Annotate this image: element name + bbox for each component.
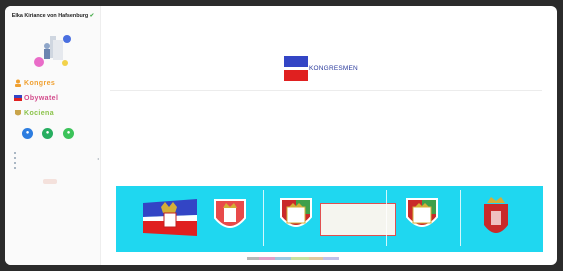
crest-icon bbox=[214, 199, 246, 228]
message-icon[interactable]: ● bbox=[42, 128, 53, 139]
stat-row bbox=[14, 166, 92, 171]
color-swatch bbox=[309, 257, 323, 260]
color-swatch bbox=[291, 257, 309, 260]
color-swatch bbox=[247, 257, 259, 260]
info-box bbox=[320, 203, 396, 236]
verified-icon: ✔ bbox=[89, 13, 95, 19]
chat-icon[interactable]: ● bbox=[22, 128, 33, 139]
crest-icon bbox=[15, 110, 21, 116]
page-title-text: KONGRESMEN bbox=[309, 65, 358, 72]
color-swatch bbox=[259, 257, 275, 260]
flag-icon bbox=[284, 56, 308, 81]
sidebar-item-obywatel[interactable]: Obywatel bbox=[14, 94, 58, 102]
sidebar-item-kongres[interactable]: Kongres bbox=[14, 79, 55, 87]
avatar[interactable] bbox=[32, 34, 72, 70]
counter-badge bbox=[43, 179, 57, 184]
action-row: ◂ bbox=[97, 156, 107, 161]
crest-icon bbox=[280, 198, 312, 227]
color-swatch bbox=[323, 257, 339, 260]
crest-icon bbox=[406, 198, 438, 227]
share-icon[interactable]: ● bbox=[63, 128, 74, 139]
color-strip bbox=[247, 257, 339, 260]
crest-icon bbox=[484, 197, 508, 233]
app-window: Elka Kiriance von Hafsenburg ✔ Kongres O… bbox=[5, 6, 557, 265]
divider bbox=[110, 90, 542, 91]
divider bbox=[386, 190, 387, 246]
page-title: KONGRESMEN bbox=[284, 55, 368, 81]
sidebar: Elka Kiriance von Hafsenburg ✔ Kongres O… bbox=[5, 6, 101, 265]
stats-list bbox=[14, 151, 92, 171]
person-icon bbox=[15, 79, 21, 87]
main-content: KONGRESMEN ◂ bbox=[97, 6, 557, 265]
flag-icon bbox=[143, 199, 197, 236]
link-icon[interactable]: ◂ bbox=[97, 156, 99, 161]
divider bbox=[460, 190, 461, 246]
banner bbox=[116, 186, 543, 252]
sidebar-item-kociena[interactable]: Kociena bbox=[14, 109, 54, 117]
divider bbox=[263, 190, 264, 246]
profile-name[interactable]: Elka Kiriance von Hafsenburg ✔ bbox=[10, 13, 96, 20]
flag-icon bbox=[14, 95, 22, 101]
color-swatch bbox=[275, 257, 291, 260]
